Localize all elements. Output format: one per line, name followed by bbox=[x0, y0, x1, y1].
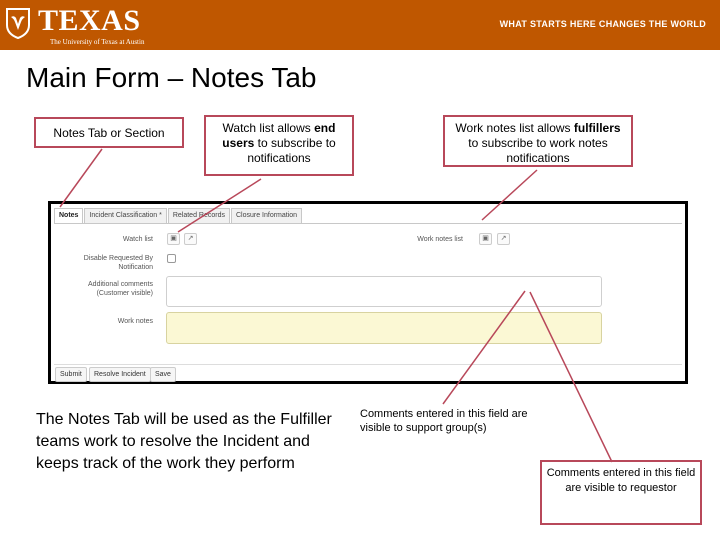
header-banner: TEXAS The University of Texas at Austin … bbox=[0, 0, 720, 50]
work-notes-field[interactable] bbox=[166, 312, 602, 344]
notes-tab-description: The Notes Tab will be used as the Fulfil… bbox=[36, 411, 332, 472]
submit-button[interactable]: Submit bbox=[55, 367, 87, 382]
disable-requested-label-line-2: Notification bbox=[118, 264, 153, 271]
work-notes-callout-prefix: Work notes list allows bbox=[455, 121, 574, 135]
work-notes-callout-suffix: to subscribe to work notes notifications bbox=[468, 136, 608, 165]
additional-comments-label: Additional comments (Customer visible) bbox=[61, 280, 153, 298]
notes-tab-callout: Notes Tab or Section bbox=[34, 117, 184, 148]
work-notes-list-label: Work notes list bbox=[417, 236, 463, 243]
watch-list-label: Watch list bbox=[122, 236, 153, 243]
work-notes-label: Work notes bbox=[117, 318, 153, 325]
logo-subtitle: The University of Texas at Austin bbox=[50, 38, 145, 46]
work-notes-callout-bold: fulfillers bbox=[573, 121, 621, 135]
comments-support-callout-text: Comments entered in this field are visib… bbox=[360, 408, 528, 434]
tab-closure-information[interactable]: Closure Information bbox=[230, 208, 303, 224]
notes-form-screenshot: Notes Incident Classification * Related … bbox=[48, 201, 688, 384]
comments-requestor-callout: Comments entered in this field are visib… bbox=[540, 460, 702, 525]
work-notes-list-callout: Work notes list allows fulfillers to sub… bbox=[443, 115, 633, 167]
tab-incident-classification[interactable]: Incident Classification * bbox=[84, 208, 167, 224]
unlock-icon[interactable]: ↗ bbox=[497, 233, 510, 245]
lock-icon[interactable]: ▣ bbox=[479, 233, 492, 245]
longhorn-seal-icon bbox=[6, 8, 30, 39]
form-tabs: Notes Incident Classification * Related … bbox=[54, 208, 303, 224]
button-divider bbox=[54, 364, 682, 365]
tab-divider bbox=[54, 223, 682, 224]
logo-wordmark: TEXAS bbox=[38, 4, 141, 37]
lock-icon[interactable]: ▣ bbox=[167, 233, 180, 245]
watch-list-callout: Watch list allows end users to subscribe… bbox=[204, 115, 354, 176]
tab-notes[interactable]: Notes bbox=[54, 208, 84, 224]
disable-requested-label-line-1: Disable Requested By bbox=[83, 255, 153, 262]
resolve-incident-button[interactable]: Resolve Incident bbox=[89, 367, 151, 382]
additional-comments-label-line-2: (Customer visible) bbox=[96, 290, 153, 297]
disable-requested-checkbox[interactable] bbox=[167, 254, 176, 263]
comments-requestor-callout-text: Comments entered in this field are visib… bbox=[546, 467, 696, 494]
tagline: WHAT STARTS HERE CHANGES THE WORLD bbox=[499, 19, 706, 29]
watch-list-callout-prefix: Watch list allows bbox=[222, 121, 315, 135]
notes-tab-callout-text: Notes Tab or Section bbox=[53, 126, 165, 140]
additional-comments-field[interactable] bbox=[166, 276, 602, 307]
texas-logo: TEXAS The University of Texas at Austin bbox=[4, 4, 144, 46]
watch-list-callout-suffix: to subscribe to notifications bbox=[247, 136, 336, 165]
unlock-icon[interactable]: ↗ bbox=[184, 233, 197, 245]
comments-support-callout: Comments entered in this field are visib… bbox=[360, 407, 535, 435]
save-button[interactable]: Save bbox=[150, 367, 176, 382]
slide-title: Main Form – Notes Tab bbox=[26, 62, 317, 93]
disable-requested-label: Disable Requested By Notification bbox=[61, 254, 153, 272]
notes-tab-leader bbox=[59, 148, 103, 208]
additional-comments-label-line-1: Additional comments bbox=[88, 281, 153, 288]
tab-related-records[interactable]: Related Records bbox=[167, 208, 230, 224]
